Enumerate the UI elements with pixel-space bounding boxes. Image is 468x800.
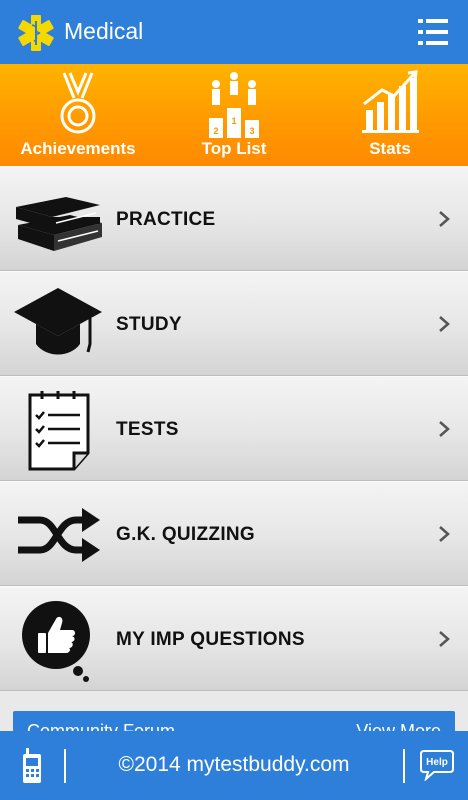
stats-label: Stats [369,139,411,158]
footer-bar: ©2014 mytestbuddy.com Help [0,731,468,800]
menu-item-study[interactable]: STUDY [0,271,468,376]
menu-item-my-imp-questions[interactable]: MY IMP QUESTIONS [0,586,468,691]
graduation-cap-icon [14,288,102,355]
bar-chart-icon [362,70,419,133]
svg-text:3: 3 [249,126,254,136]
stats-button[interactable]: Stats [312,64,468,166]
medal-icon [60,72,96,134]
menu-item-gk-quizzing-label: G.K. QUIZZING [116,524,256,545]
copyright-text: ©2014 mytestbuddy.com [118,753,350,776]
chevron-right-icon [439,631,450,647]
menu-item-practice[interactable]: PRACTICE [0,166,468,271]
menu-item-tests-label: TESTS [116,419,179,440]
achievements-label: Achievements [20,139,136,158]
star-of-life-icon[interactable] [16,13,56,53]
books-icon [16,197,102,251]
chevron-right-icon [439,421,450,437]
achievements-button[interactable]: Achievements [0,64,156,166]
top-list-button[interactable]: 2 1 3 Top List [156,64,312,166]
top-list-label: Top List [201,139,267,158]
list-menu-icon[interactable] [418,18,448,46]
chevron-right-icon [439,526,450,542]
shuffle-icon [18,508,100,562]
menu-item-study-label: STUDY [116,314,182,335]
menu-item-gk-quizzing[interactable]: G.K. QUIZZING [0,481,468,586]
menu-item-my-imp-questions-label: MY IMP QUESTIONS [116,629,305,650]
svg-text:2: 2 [213,126,218,136]
stats-bar: Achievements 2 1 3 Top List Stats [0,64,468,166]
menu-item-tests[interactable]: TESTS [0,376,468,481]
app-title: Medical [64,18,144,44]
help-label: Help [426,757,448,768]
podium-icon: 2 1 3 [209,72,259,138]
thumbs-up-bubble-icon [22,601,90,682]
main-menu: PRACTICE STUDY TESTS G.K. QUIZZING MY IM… [0,166,468,691]
help-icon[interactable]: Help [420,747,454,781]
footer-divider [403,749,405,783]
app-bar: Medical [0,0,468,64]
chevron-right-icon [439,316,450,332]
checklist-icon [28,391,90,471]
chevron-right-icon [439,211,450,227]
menu-item-practice-label: PRACTICE [116,209,216,230]
svg-text:1: 1 [231,116,236,126]
